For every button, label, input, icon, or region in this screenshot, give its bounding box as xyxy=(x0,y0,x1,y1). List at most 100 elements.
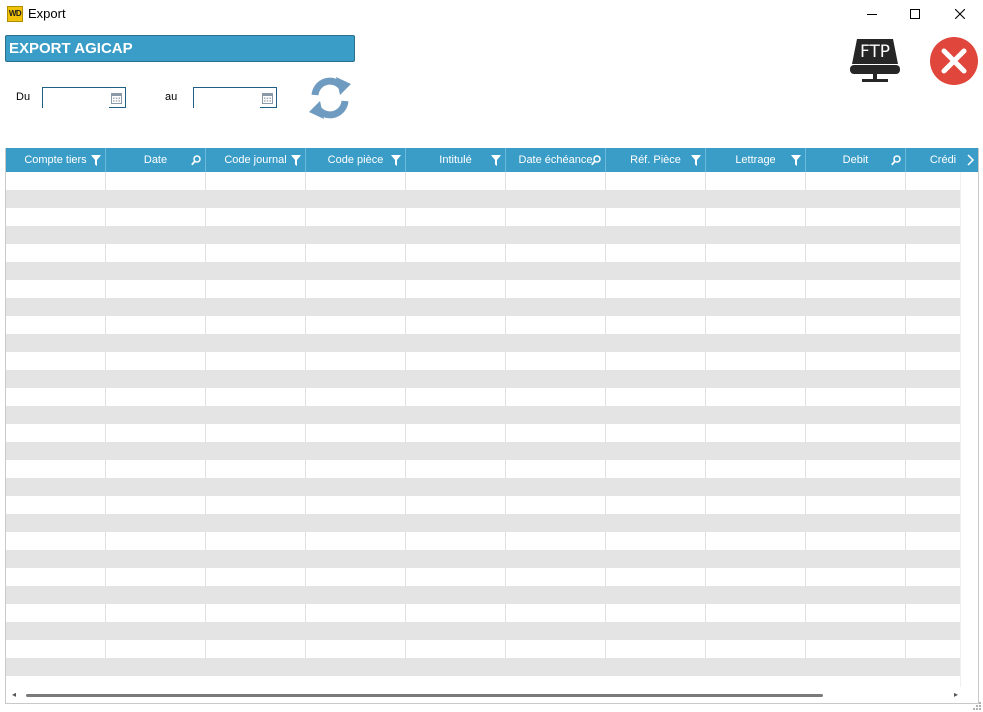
table-cell[interactable] xyxy=(406,298,506,316)
table-cell[interactable] xyxy=(406,190,506,208)
table-cell[interactable] xyxy=(506,478,606,496)
table-cell[interactable] xyxy=(906,226,962,244)
table-cell[interactable] xyxy=(406,424,506,442)
table-cell[interactable] xyxy=(6,640,106,658)
table-cell[interactable] xyxy=(506,244,606,262)
table-cell[interactable] xyxy=(6,262,106,280)
table-cell[interactable] xyxy=(206,424,306,442)
table-cell[interactable] xyxy=(506,640,606,658)
table-cell[interactable] xyxy=(6,442,106,460)
table-cell[interactable] xyxy=(206,460,306,478)
table-cell[interactable] xyxy=(806,478,906,496)
ftp-server-icon[interactable]: FTP xyxy=(848,36,902,86)
table-cell[interactable] xyxy=(406,262,506,280)
table-cell[interactable] xyxy=(606,298,706,316)
table-cell[interactable] xyxy=(606,622,706,640)
table-row[interactable] xyxy=(6,172,962,190)
table-cell[interactable] xyxy=(906,388,962,406)
table-cell[interactable] xyxy=(206,478,306,496)
table-cell[interactable] xyxy=(306,460,406,478)
table-cell[interactable] xyxy=(606,334,706,352)
scrollbar-thumb[interactable] xyxy=(26,694,823,697)
table-cell[interactable] xyxy=(306,604,406,622)
table-cell[interactable] xyxy=(306,352,406,370)
table-cell[interactable] xyxy=(106,460,206,478)
table-cell[interactable] xyxy=(306,496,406,514)
table-row[interactable] xyxy=(6,532,962,550)
table-cell[interactable] xyxy=(106,478,206,496)
table-cell[interactable] xyxy=(706,532,806,550)
table-cell[interactable] xyxy=(306,424,406,442)
table-cell[interactable] xyxy=(206,334,306,352)
table-cell[interactable] xyxy=(206,316,306,334)
table-cell[interactable] xyxy=(106,316,206,334)
table-cell[interactable] xyxy=(606,478,706,496)
table-cell[interactable] xyxy=(106,550,206,568)
table-cell[interactable] xyxy=(306,550,406,568)
table-cell[interactable] xyxy=(806,658,906,676)
export-table[interactable]: Compte tiers Date Code journal Code pièce In… xyxy=(5,148,979,704)
table-cell[interactable] xyxy=(206,190,306,208)
table-cell[interactable] xyxy=(406,208,506,226)
column-header[interactable]: Code journal xyxy=(206,148,306,172)
table-cell[interactable] xyxy=(706,352,806,370)
table-row[interactable] xyxy=(6,496,962,514)
table-cell[interactable] xyxy=(906,280,962,298)
table-cell[interactable] xyxy=(206,244,306,262)
filter-icon[interactable] xyxy=(491,155,501,166)
table-row[interactable] xyxy=(6,298,962,316)
scroll-right-icon[interactable]: ▸ xyxy=(954,690,958,699)
table-cell[interactable] xyxy=(906,262,962,280)
table-cell[interactable] xyxy=(706,370,806,388)
table-cell[interactable] xyxy=(406,514,506,532)
table-row[interactable] xyxy=(6,658,962,676)
table-cell[interactable] xyxy=(606,208,706,226)
table-cell[interactable] xyxy=(206,658,306,676)
table-cell[interactable] xyxy=(706,262,806,280)
table-cell[interactable] xyxy=(306,316,406,334)
table-cell[interactable] xyxy=(806,604,906,622)
table-cell[interactable] xyxy=(706,640,806,658)
table-cell[interactable] xyxy=(406,280,506,298)
table-cell[interactable] xyxy=(406,604,506,622)
table-cell[interactable] xyxy=(806,424,906,442)
table-cell[interactable] xyxy=(506,622,606,640)
table-cell[interactable] xyxy=(206,640,306,658)
table-cell[interactable] xyxy=(606,568,706,586)
table-row[interactable] xyxy=(6,604,962,622)
table-cell[interactable] xyxy=(6,604,106,622)
table-row[interactable] xyxy=(6,352,962,370)
table-cell[interactable] xyxy=(706,496,806,514)
table-cell[interactable] xyxy=(706,190,806,208)
table-cell[interactable] xyxy=(106,496,206,514)
table-cell[interactable] xyxy=(906,514,962,532)
table-row[interactable] xyxy=(6,514,962,532)
table-cell[interactable] xyxy=(506,190,606,208)
table-cell[interactable] xyxy=(206,298,306,316)
filter-icon[interactable] xyxy=(691,155,701,166)
table-cell[interactable] xyxy=(806,298,906,316)
table-row[interactable] xyxy=(6,334,962,352)
table-cell[interactable] xyxy=(806,316,906,334)
table-cell[interactable] xyxy=(606,388,706,406)
table-cell[interactable] xyxy=(506,352,606,370)
table-cell[interactable] xyxy=(406,316,506,334)
table-cell[interactable] xyxy=(306,262,406,280)
from-date-input[interactable] xyxy=(43,88,109,108)
table-cell[interactable] xyxy=(806,496,906,514)
table-cell[interactable] xyxy=(806,370,906,388)
table-cell[interactable] xyxy=(806,208,906,226)
table-cell[interactable] xyxy=(606,280,706,298)
table-cell[interactable] xyxy=(506,262,606,280)
table-cell[interactable] xyxy=(6,622,106,640)
table-cell[interactable] xyxy=(806,352,906,370)
search-icon[interactable] xyxy=(891,155,901,166)
table-cell[interactable] xyxy=(506,568,606,586)
table-cell[interactable] xyxy=(106,298,206,316)
table-cell[interactable] xyxy=(206,352,306,370)
table-cell[interactable] xyxy=(906,496,962,514)
table-cell[interactable] xyxy=(206,532,306,550)
table-cell[interactable] xyxy=(206,514,306,532)
table-cell[interactable] xyxy=(6,406,106,424)
table-cell[interactable] xyxy=(106,532,206,550)
